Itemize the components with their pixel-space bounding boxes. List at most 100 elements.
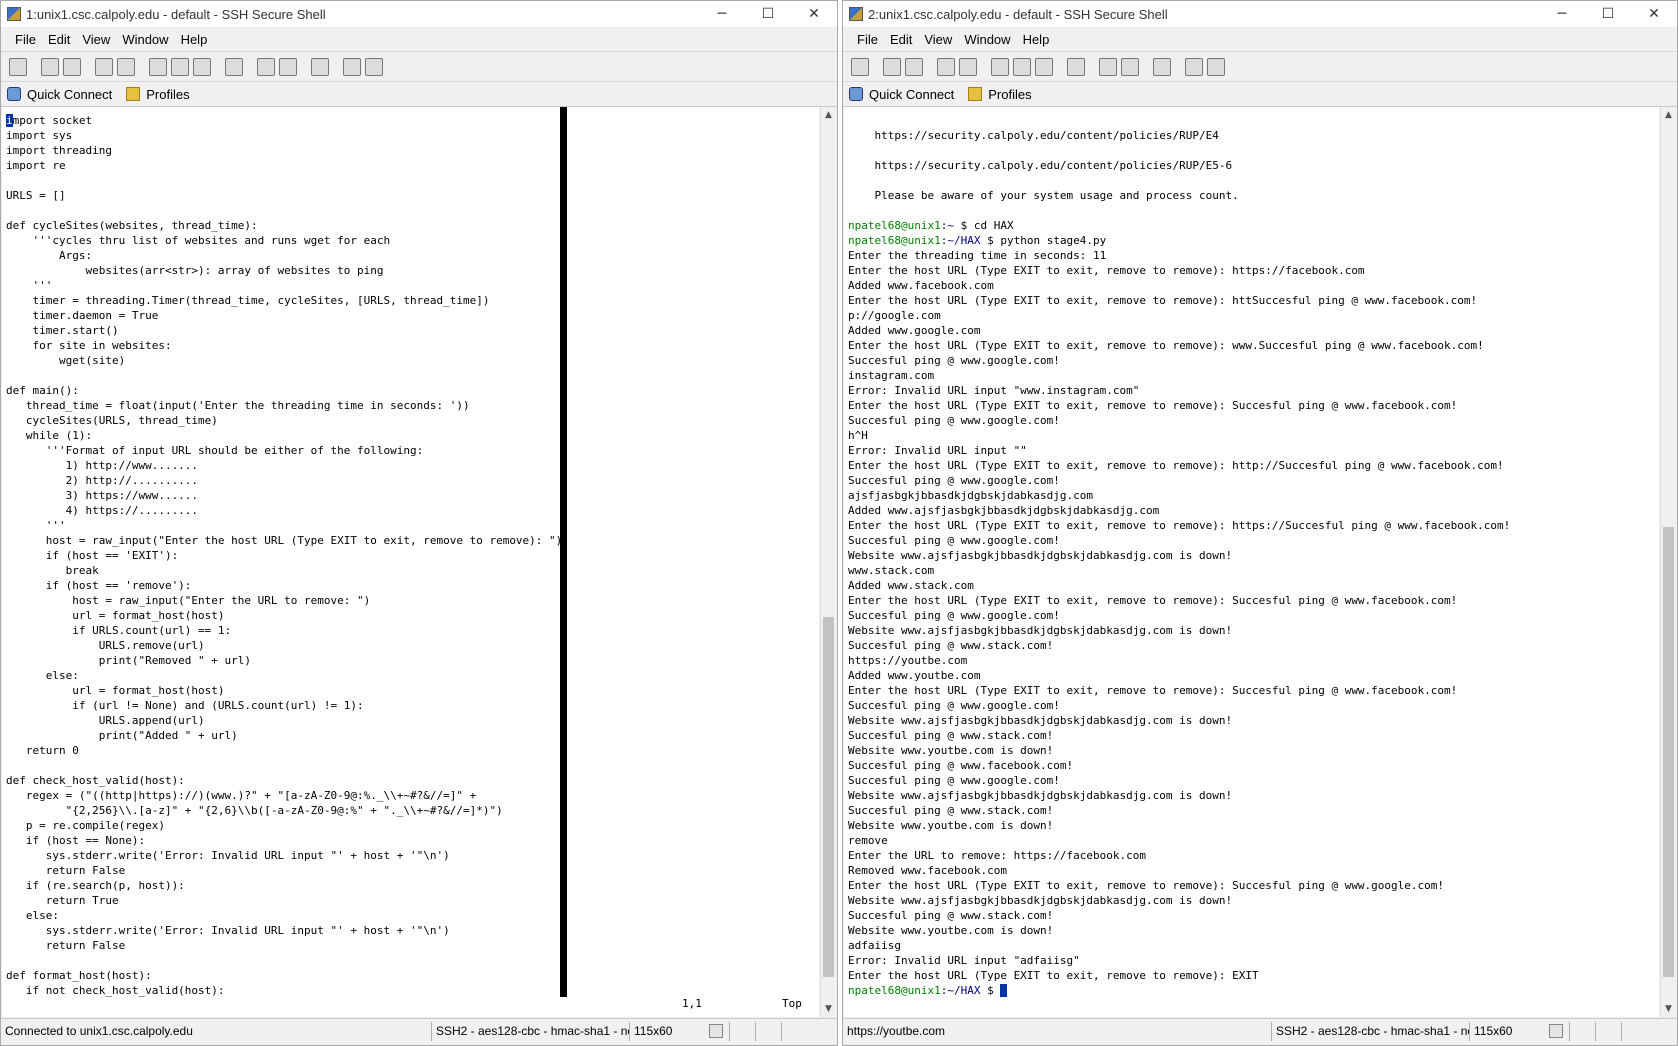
- quick-bar: Quick Connect Profiles: [843, 81, 1677, 107]
- settings-icon[interactable]: [311, 58, 329, 76]
- toolbar: [1, 51, 837, 82]
- ssh-app-icon: [7, 7, 21, 21]
- status-bar: Connected to unix1.csc.calpoly.edu SSH2 …: [1, 1018, 837, 1045]
- print-preview-icon[interactable]: [905, 58, 923, 76]
- copy-icon[interactable]: [991, 58, 1009, 76]
- title-bar[interactable]: 1:unix1.csc.calpoly.edu - default - SSH …: [1, 1, 837, 27]
- connect-icon[interactable]: [95, 58, 113, 76]
- save-icon[interactable]: [851, 58, 869, 76]
- quick-connect-button[interactable]: Quick Connect: [849, 87, 954, 102]
- lock-icon: [709, 1024, 723, 1038]
- menu-window[interactable]: Window: [964, 32, 1010, 47]
- toolbar-separator: [927, 58, 933, 76]
- prompt-command: $ cd HAX: [953, 219, 1014, 232]
- toolbar-separator: [215, 58, 221, 76]
- scroll-down-icon[interactable]: ▼: [821, 1001, 836, 1017]
- paste-icon[interactable]: [1013, 58, 1031, 76]
- help-book-icon[interactable]: [1185, 58, 1203, 76]
- menu-view[interactable]: View: [924, 32, 952, 47]
- new-terminal-icon[interactable]: [1099, 58, 1117, 76]
- scroll-thumb[interactable]: [1663, 527, 1674, 977]
- menu-bar: File Edit View Window Help: [843, 27, 1677, 51]
- ssh-app-icon: [849, 7, 863, 21]
- help-book-icon[interactable]: [343, 58, 361, 76]
- lock-icon: [1549, 1024, 1563, 1038]
- new-file-transfer-icon[interactable]: [1121, 58, 1139, 76]
- status-cell: [1595, 1022, 1621, 1041]
- toolbar-separator: [85, 58, 91, 76]
- toolbar-separator: [301, 58, 307, 76]
- profiles-button[interactable]: Profiles: [968, 87, 1032, 102]
- ssh-window-2[interactable]: 2:unix1.csc.calpoly.edu - default - SSH …: [842, 0, 1678, 1046]
- minimize-button[interactable]: ─: [1539, 1, 1585, 27]
- menu-edit[interactable]: Edit: [890, 32, 912, 47]
- status-cell: [729, 1022, 755, 1041]
- menu-view[interactable]: View: [82, 32, 110, 47]
- quick-connect-button[interactable]: Quick Connect: [7, 87, 112, 102]
- new-file-transfer-icon[interactable]: [279, 58, 297, 76]
- toolbar-separator: [1143, 58, 1149, 76]
- cipher-info: SSH2 - aes128-cbc - hmac-sha1 - nc: [1271, 1022, 1469, 1041]
- terminal-size: 115x60: [1469, 1022, 1527, 1041]
- toolbar-separator: [1057, 58, 1063, 76]
- find-icon[interactable]: [225, 58, 243, 76]
- new-terminal-icon[interactable]: [257, 58, 275, 76]
- minimize-button[interactable]: ─: [699, 1, 745, 27]
- cipher-info: SSH2 - aes128-cbc - hmac-sha1 - nc: [431, 1022, 629, 1041]
- disconnect-icon[interactable]: [117, 58, 135, 76]
- title-bar[interactable]: 2:unix1.csc.calpoly.edu - default - SSH …: [843, 1, 1677, 27]
- menu-help[interactable]: Help: [1023, 32, 1050, 47]
- paste-icon[interactable]: [171, 58, 189, 76]
- program-output: Enter the threading time in seconds: 11 …: [848, 249, 1511, 982]
- prompt-command: $: [980, 984, 1001, 997]
- context-help-icon[interactable]: [1207, 58, 1225, 76]
- ssh-window-1[interactable]: 1:unix1.csc.calpoly.edu - default - SSH …: [0, 0, 838, 1046]
- connect-icon[interactable]: [937, 58, 955, 76]
- maximize-button[interactable]: ☐: [745, 1, 791, 27]
- window-title: 2:unix1.csc.calpoly.edu - default - SSH …: [868, 6, 1168, 22]
- scroll-down-icon[interactable]: ▼: [1661, 1001, 1676, 1017]
- window-title: 1:unix1.csc.calpoly.edu - default - SSH …: [26, 6, 326, 22]
- menu-help[interactable]: Help: [181, 32, 208, 47]
- settings-icon[interactable]: [1153, 58, 1171, 76]
- context-help-icon[interactable]: [365, 58, 383, 76]
- prompt-user: npatel68@unix1: [848, 984, 941, 997]
- disconnect-icon[interactable]: [959, 58, 977, 76]
- prompt-user: npatel68@unix1: [848, 234, 941, 247]
- menu-file[interactable]: File: [857, 32, 878, 47]
- quick-connect-icon: [849, 87, 863, 101]
- menu-file[interactable]: File: [15, 32, 36, 47]
- terminal-screen: import socket import sys import threadin…: [2, 107, 819, 998]
- paste-disabled-icon[interactable]: [193, 58, 211, 76]
- connection-status: Connected to unix1.csc.calpoly.edu: [5, 1024, 193, 1038]
- menu-edit[interactable]: Edit: [48, 32, 70, 47]
- copy-icon[interactable]: [149, 58, 167, 76]
- toolbar: [843, 51, 1677, 82]
- code-first-line: mport socket: [12, 114, 93, 127]
- terminal-area[interactable]: https://security.calpoly.edu/content/pol…: [844, 107, 1659, 1017]
- scroll-thumb[interactable]: [823, 617, 834, 977]
- close-button[interactable]: ✕: [1631, 1, 1677, 27]
- terminal-cursor: [1000, 984, 1007, 997]
- profiles-button[interactable]: Profiles: [126, 86, 190, 102]
- vertical-scrollbar[interactable]: ▲ ▼: [820, 107, 836, 1017]
- quick-connect-label: Quick Connect: [27, 86, 113, 102]
- terminal-cursor: i: [6, 114, 13, 127]
- scroll-up-icon[interactable]: ▲: [821, 107, 836, 123]
- terminal-area[interactable]: import socket import sys import threadin…: [2, 107, 819, 1017]
- toolbar-separator: [873, 58, 879, 76]
- find-icon[interactable]: [1067, 58, 1085, 76]
- print-icon[interactable]: [41, 58, 59, 76]
- scroll-up-icon[interactable]: ▲: [1661, 107, 1676, 123]
- maximize-button[interactable]: ☐: [1585, 1, 1631, 27]
- save-icon[interactable]: [9, 58, 27, 76]
- profiles-label: Profiles: [146, 86, 190, 102]
- menu-window[interactable]: Window: [122, 32, 168, 47]
- paste-disabled-icon[interactable]: [1035, 58, 1053, 76]
- print-preview-icon[interactable]: [63, 58, 81, 76]
- vertical-scrollbar[interactable]: ▲ ▼: [1660, 107, 1676, 1017]
- print-icon[interactable]: [883, 58, 901, 76]
- status-cell: [781, 1022, 807, 1041]
- close-button[interactable]: ✕: [791, 1, 837, 27]
- folder-icon: [126, 87, 141, 101]
